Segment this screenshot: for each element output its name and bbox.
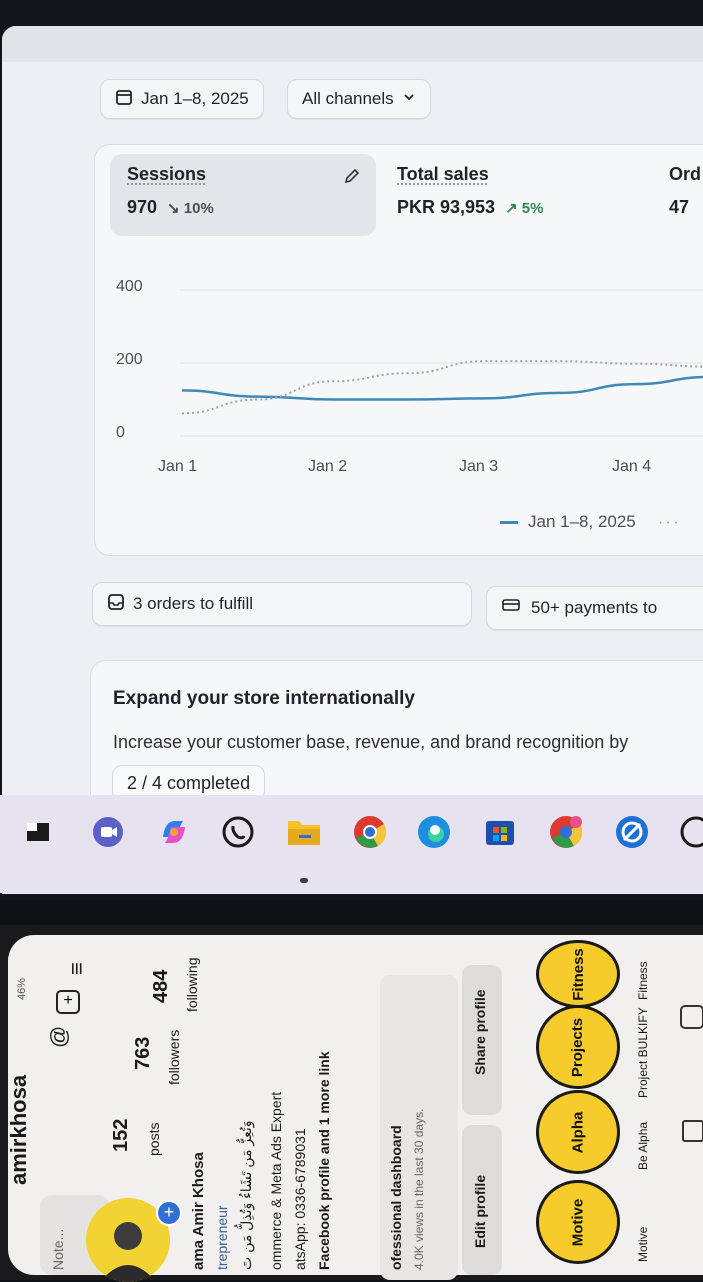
highlight-caption-motive: Motive [636,1226,650,1262]
highlight-caption-fitness: Fitness [636,961,650,1000]
copilot-icon[interactable] [154,812,194,852]
following-label[interactable]: following [184,958,200,1012]
reels-tab-icon[interactable] [680,1005,703,1029]
highlight-motive-label: Motive [569,1198,587,1246]
orders-to-fulfill-label: 3 orders to fulfill [133,594,253,613]
threads-icon[interactable]: @ [46,1026,72,1048]
payments-label: 50+ payments to [531,598,658,617]
dashboard-title: ofessional dashboard [388,1125,404,1270]
file-explorer-icon[interactable] [284,812,324,852]
profile-username: amirkhosa [6,1074,31,1185]
add-post-icon[interactable]: + [56,990,80,1014]
grid-tab-icon[interactable] [682,1120,703,1142]
bio-line2: atsApp: 0336-6789031 [292,1128,308,1270]
add-story-icon[interactable]: + [156,1200,182,1226]
chrome-profile-icon[interactable] [546,812,586,852]
bio-arabic: وَتُعِزُّ مَن تَشَاءُ وَتُذِلُّ مَن تَ [238,1120,254,1271]
edit-profile-label: Edit profile [472,1174,488,1248]
highlight-fitness-label: Fitness [569,947,587,1001]
bio-line1: ommerce & Meta Ads Expert [268,1091,284,1270]
dashboard-subtitle: 4.0K views in the last 30 days. [412,1108,426,1270]
highlight-projects-label: Projects [569,1017,587,1077]
legend-swatch [500,520,518,524]
highlight-caption-projects: Project BULKIFY [636,1007,650,1098]
followers-count[interactable]: 763 [132,1037,155,1070]
x-tick-jan1: Jan 1 [158,458,198,475]
posts-count: 152 [110,1118,132,1152]
expand-title: Expand your store internationally [113,688,415,709]
bio-name: ama Amir Khosa [190,1152,207,1270]
sessions-chart [180,289,703,437]
highlight-motive[interactable]: Motive [536,1180,620,1264]
inbox-icon [107,593,125,616]
bio-link[interactable]: Facebook profile and 1 more link [316,1051,332,1270]
payments-button[interactable]: 50+ payments to [486,586,703,630]
highlight-alpha[interactable]: Alpha [536,1090,620,1174]
x-tick-jan3: Jan 3 [459,458,499,475]
payment-icon [501,598,523,619]
active-app-indicator [300,878,308,883]
orders-to-fulfill-button[interactable]: 3 orders to fulfill [92,582,472,626]
highlight-alpha-label: Alpha [569,1111,587,1153]
series-line-dotted [181,360,703,415]
posts-label: posts [146,1122,162,1156]
following-count[interactable]: 484 [150,970,173,1003]
menu-icon[interactable]: ≡ [64,962,90,975]
expand-description: Increase your customer base, revenue, an… [113,732,629,752]
store-icon[interactable] [480,812,520,852]
progress-label: 2 / 4 completed [127,772,251,793]
bio-category: trepreneur [214,1205,230,1270]
chrome-remote-icon[interactable] [612,812,652,852]
highlight-projects[interactable]: Projects [536,1005,620,1089]
series-line-solid [181,375,703,401]
battery-status: 46% [16,977,28,1000]
x-tick-jan2: Jan 2 [308,458,348,475]
task-view-icon[interactable] [18,812,58,852]
highlight-caption-alpha: Be Alpha [636,1121,650,1170]
note-label: Note... [50,1228,66,1270]
x-tick-jan4: Jan 4 [612,458,652,475]
legend-label: Jan 1–8, 2025 [528,512,636,531]
highlight-fitness[interactable]: Fitness [536,940,620,1008]
whatsapp-icon[interactable] [218,812,258,852]
edge-icon[interactable] [414,812,454,852]
followers-label[interactable]: followers [166,1030,182,1085]
legend-more-icon: ··· [657,512,681,531]
chart-legend: Jan 1–8, 2025 ··· [500,512,681,532]
shopify-dashboard: Jan 1–8, 2025 All channels Sessions 970 ↘… [2,26,703,894]
chrome-icon[interactable] [350,812,390,852]
monitor: Jan 1–8, 2025 All channels Sessions 970 ↘… [0,0,703,900]
share-profile-label: Share profile [472,989,488,1075]
whatsapp-icon-2[interactable] [676,812,703,852]
teams-icon[interactable] [88,812,128,852]
